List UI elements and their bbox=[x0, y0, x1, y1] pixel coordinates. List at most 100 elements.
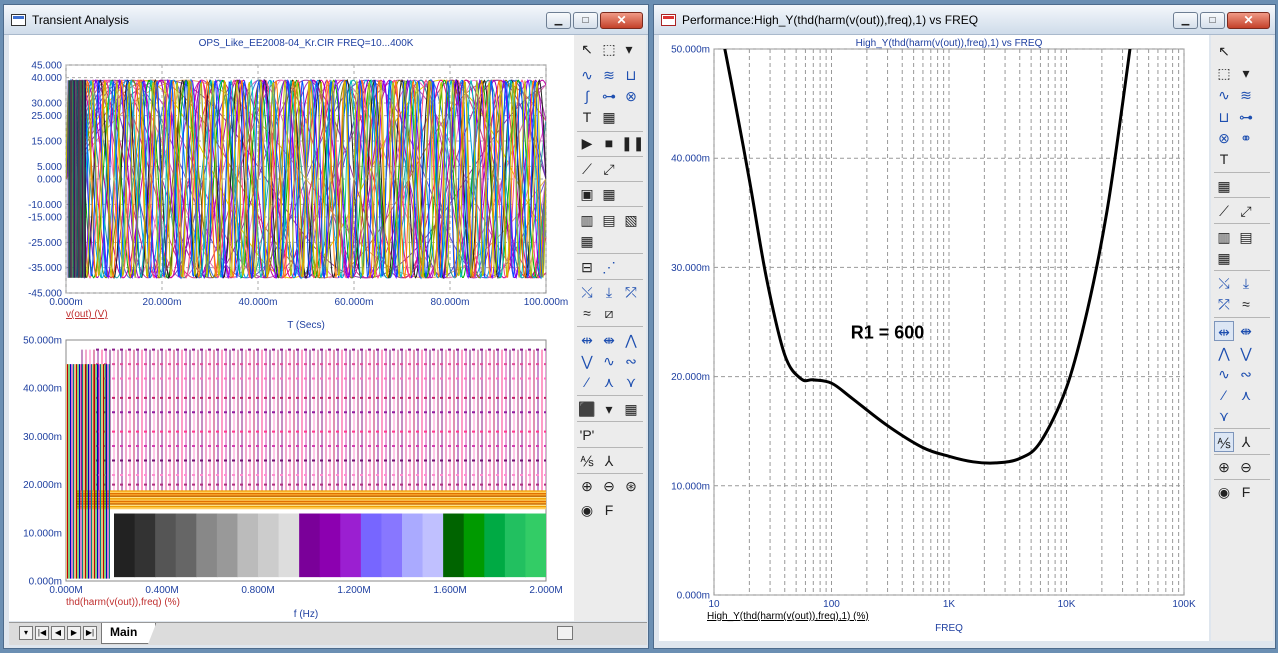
wave-tool-icon[interactable]: ≋ bbox=[599, 65, 619, 85]
global-high-icon[interactable]: ⋏ bbox=[599, 372, 619, 392]
first-tab-button[interactable]: ▾ bbox=[19, 626, 33, 640]
wave-tool-icon[interactable]: ≋ bbox=[1236, 85, 1256, 105]
cube-dropdown-icon[interactable]: ▾ bbox=[599, 399, 619, 419]
stop-icon[interactable]: ■ bbox=[599, 133, 619, 153]
grid-both-icon[interactable]: ▧ bbox=[621, 210, 641, 230]
zoom-out-icon[interactable]: ⊖ bbox=[599, 476, 619, 496]
peak-icon[interactable]: ⋀ bbox=[621, 330, 641, 350]
text-icon[interactable]: T bbox=[1214, 149, 1234, 169]
right-title-bar[interactable]: Performance:High_Y(thd(harm(v(out)),freq… bbox=[654, 5, 1275, 35]
maximize-button[interactable]: □ bbox=[573, 12, 598, 29]
line-tool-icon[interactable]: ⟋ bbox=[1214, 201, 1234, 221]
cursor-valley-icon[interactable]: ⤓ bbox=[599, 282, 619, 302]
animate-icon[interactable]: ⧄ bbox=[599, 303, 619, 323]
zoom-in-icon[interactable]: ⊕ bbox=[1214, 457, 1234, 477]
window-select-icon[interactable]: ⬚ bbox=[1214, 63, 1234, 83]
formula-icon[interactable]: F bbox=[1236, 482, 1256, 502]
vertical-grid-icon[interactable]: ▥ bbox=[577, 210, 597, 230]
axis-box-icon[interactable]: ⊟ bbox=[577, 257, 597, 277]
cursor-high-icon[interactable]: ⤱ bbox=[621, 282, 641, 302]
scope-icon[interactable]: ⊗ bbox=[1214, 128, 1234, 148]
minimize-button[interactable]: ▁ bbox=[546, 12, 571, 29]
scroll-next-button[interactable]: ▶ bbox=[67, 626, 81, 640]
vertical-grid-icon[interactable]: ▥ bbox=[1214, 227, 1234, 247]
high-icon[interactable]: ∾ bbox=[621, 351, 641, 371]
global-low-icon[interactable]: ⋎ bbox=[621, 372, 641, 392]
grid-toggle-icon[interactable]: ▣ bbox=[577, 184, 597, 204]
tokens-icon[interactable]: ≈ bbox=[1236, 294, 1256, 314]
cursor-peak-icon[interactable]: ⤯ bbox=[1214, 273, 1234, 293]
cursor-y-icon[interactable]: ⅄ bbox=[1236, 432, 1256, 452]
low-icon[interactable]: ⁄ bbox=[1214, 385, 1234, 405]
low-icon[interactable]: ⁄ bbox=[577, 372, 597, 392]
play-icon[interactable]: ▶ bbox=[577, 133, 597, 153]
zoom-in-icon[interactable]: ⊕ bbox=[577, 476, 597, 496]
scroll-first-button[interactable]: |◀ bbox=[35, 626, 49, 640]
cursor-peak-icon[interactable]: ⤯ bbox=[577, 282, 597, 302]
link-icon[interactable]: ⊶ bbox=[599, 86, 619, 106]
performance-plot-area[interactable]: High_Y(thd(harm(v(out)),freq),1) vs FREQ… bbox=[659, 35, 1209, 641]
minimize-button[interactable]: ▁ bbox=[1173, 12, 1198, 29]
curve-tool-icon[interactable]: ∿ bbox=[577, 65, 597, 85]
dropdown-icon[interactable]: ▾ bbox=[1236, 63, 1256, 83]
horizontal-grid-icon[interactable]: ▤ bbox=[1236, 227, 1256, 247]
select-mode-icon[interactable]: ↖ bbox=[1214, 41, 1234, 61]
global-low-icon[interactable]: ⋎ bbox=[1214, 406, 1234, 426]
cursor-valley-icon[interactable]: ⤓ bbox=[1236, 273, 1256, 293]
next-inflection-icon[interactable]: ⇼ bbox=[599, 330, 619, 350]
cursor-x-icon[interactable]: ⅍ bbox=[577, 451, 597, 471]
next-point-icon[interactable]: ⇹ bbox=[1214, 321, 1234, 341]
slope-icon[interactable]: ∿ bbox=[1214, 364, 1234, 384]
valley-icon[interactable]: ⋁ bbox=[1236, 343, 1256, 363]
tab-main[interactable]: Main bbox=[101, 623, 157, 644]
slope-icon[interactable]: ∿ bbox=[599, 351, 619, 371]
link-icon[interactable]: ⊶ bbox=[1236, 107, 1256, 127]
horizontal-scrollbar[interactable] bbox=[557, 626, 573, 640]
bracket-tool-icon[interactable]: ⊔ bbox=[1214, 107, 1234, 127]
zoom-fit-icon[interactable]: ⊛ bbox=[621, 476, 641, 496]
scroll-last-button[interactable]: ▶| bbox=[83, 626, 97, 640]
pause-icon[interactable]: ❚❚ bbox=[621, 133, 644, 153]
globe-icon[interactable]: ◉ bbox=[1214, 482, 1234, 502]
minor-grid-icon[interactable]: ▦ bbox=[599, 184, 619, 204]
next-inflection-icon[interactable]: ⇼ bbox=[1236, 321, 1256, 341]
select-mode-icon[interactable]: ↖ bbox=[577, 39, 597, 59]
integrate-icon[interactable]: ∫ bbox=[577, 86, 597, 106]
horizontal-grid-icon[interactable]: ▤ bbox=[599, 210, 619, 230]
globe-icon[interactable]: ◉ bbox=[577, 500, 597, 520]
high-icon[interactable]: ∾ bbox=[1236, 364, 1256, 384]
peak-icon[interactable]: ⋀ bbox=[1214, 343, 1234, 363]
next-point-icon[interactable]: ⇹ bbox=[577, 330, 597, 350]
valley-icon[interactable]: ⋁ bbox=[577, 351, 597, 371]
zoom-out-icon[interactable]: ⊖ bbox=[1236, 457, 1256, 477]
scope-icon[interactable]: ⊗ bbox=[621, 86, 641, 106]
left-title-bar[interactable]: Transient Analysis ▁ □ ✕ bbox=[4, 5, 648, 35]
waveform-label-icon[interactable]: 'P' bbox=[577, 425, 597, 445]
rescale-icon[interactable]: ⤢ bbox=[1236, 201, 1256, 221]
grid-fine-icon[interactable]: ▦ bbox=[1214, 248, 1234, 268]
cursor-y-icon[interactable]: ⅄ bbox=[599, 451, 619, 471]
window-select-icon[interactable]: ⬚ bbox=[599, 39, 619, 59]
tokens-icon[interactable]: ≈ bbox=[577, 303, 597, 323]
cursor-x-icon[interactable]: ⅍ bbox=[1214, 432, 1234, 452]
line-tool-icon[interactable]: ⟋ bbox=[577, 159, 597, 179]
data-points-icon[interactable]: ⋰ bbox=[599, 257, 619, 277]
cube-icon[interactable]: ⬛ bbox=[577, 399, 597, 419]
global-high-icon[interactable]: ⋏ bbox=[1236, 385, 1256, 405]
curve-tool-icon[interactable]: ∿ bbox=[1214, 85, 1234, 105]
dropdown-icon[interactable]: ▾ bbox=[619, 39, 639, 59]
transient-plot-area[interactable]: OPS_Like_EE2008-04_Kr.CIR FREQ=10...400K… bbox=[9, 35, 574, 621]
grid-fine-icon[interactable]: ▦ bbox=[577, 231, 597, 251]
scroll-prev-button[interactable]: ◀ bbox=[51, 626, 65, 640]
formula-icon[interactable]: F bbox=[599, 500, 619, 520]
text-icon[interactable]: T bbox=[577, 107, 597, 127]
probe-icon[interactable]: ⚭ bbox=[1236, 128, 1256, 148]
bracket-tool-icon[interactable]: ⊔ bbox=[621, 65, 641, 85]
close-button[interactable]: ✕ bbox=[600, 12, 643, 29]
rescale-icon[interactable]: ⤢ bbox=[599, 159, 619, 179]
close-button[interactable]: ✕ bbox=[1227, 12, 1270, 29]
properties-icon[interactable]: ▦ bbox=[599, 107, 619, 127]
properties-icon[interactable]: ▦ bbox=[1214, 176, 1234, 196]
transient-analysis-window[interactable]: Transient Analysis ▁ □ ✕ OPS_Like_EE2008… bbox=[3, 4, 649, 649]
cursor-high-icon[interactable]: ⤱ bbox=[1214, 294, 1234, 314]
